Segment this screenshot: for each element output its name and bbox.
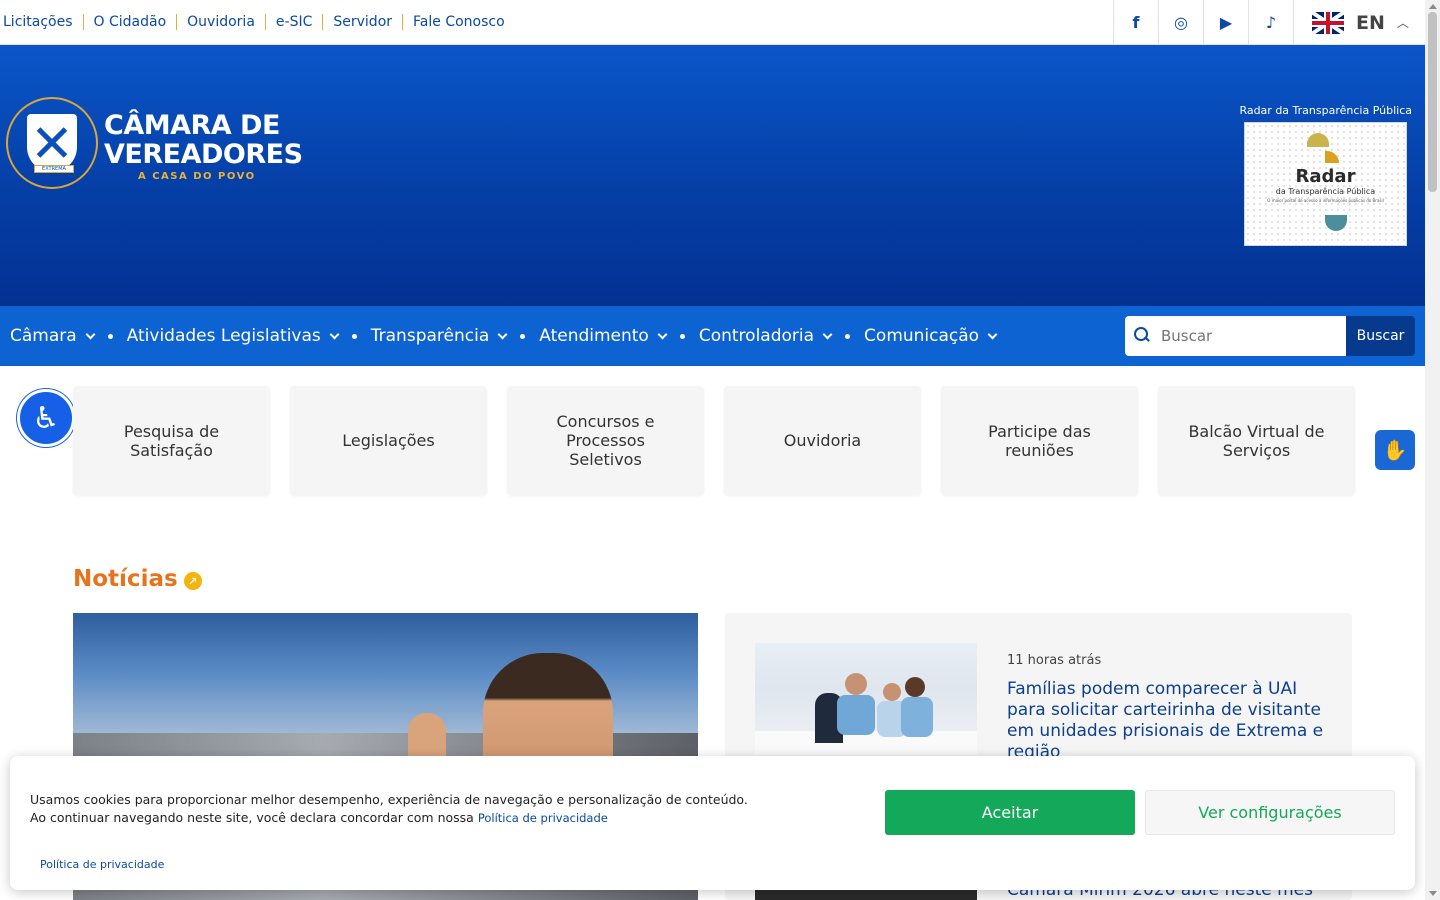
shield-icon: [27, 114, 77, 172]
news-headline[interactable]: Famílias podem comparecer à UAI para sol…: [1007, 679, 1327, 763]
nav-transparencia[interactable]: Transparência: [361, 306, 516, 366]
link-licitacoes[interactable]: Licitações: [0, 14, 84, 30]
nav-label: Câmara: [10, 326, 77, 346]
logo-line-2: VEREADORES: [104, 139, 303, 170]
accept-cookies-button[interactable]: Aceitar: [885, 790, 1135, 835]
chevron-down-icon: [987, 329, 998, 339]
quick-links: Pesquisa de Satisfação Legislações Concu…: [73, 386, 1355, 495]
accessibility-icon[interactable]: ♿: [17, 389, 75, 447]
page-scrollbar[interactable]: [1425, 0, 1440, 900]
nav-camara[interactable]: Câmara: [0, 306, 104, 366]
radar-subtitle: da Transparência Pública: [1275, 186, 1376, 196]
link-o-cidadao[interactable]: O Cidadão: [84, 14, 178, 30]
privacy-policy-inline-link[interactable]: Política de privacidade: [478, 811, 608, 825]
quick-link-balcao-virtual[interactable]: Balcão Virtual de Serviços: [1158, 386, 1355, 495]
cookie-message: Usamos cookies para proporcionar melhor …: [30, 791, 748, 827]
logo-tagline: A CASA DO POVO: [138, 171, 256, 182]
nav-separator: [679, 333, 685, 339]
news-thumbnail[interactable]: [755, 643, 977, 755]
logo-line-1: CÂMARA DE: [104, 110, 280, 141]
site-header: EXTREMA CÂMARA DE VEREADORES A CASA DO P…: [0, 45, 1425, 306]
arrow-up-right-icon: ↗: [183, 572, 202, 590]
chevron-up-icon: ︿: [1396, 16, 1409, 30]
nav-atendimento[interactable]: Atendimento: [529, 306, 676, 366]
tiktok-icon[interactable]: ♪: [1248, 0, 1293, 45]
nav-label: Controladoria: [698, 326, 815, 346]
nav-comunicacao[interactable]: Comunicação: [854, 306, 1006, 366]
quick-link-concursos[interactable]: Concursos e Processos Seletivos: [507, 386, 704, 495]
nav-label: Comunicação: [864, 326, 980, 346]
cookie-settings-button[interactable]: Ver configurações: [1145, 790, 1395, 835]
chevron-down-icon: [657, 329, 668, 339]
main-nav: Câmara Atividades Legislativas Transparê…: [0, 306, 1425, 366]
nav-separator: [845, 333, 851, 339]
link-ouvidoria[interactable]: Ouvidoria: [177, 14, 266, 30]
scrollbar-thumb[interactable]: [1428, 12, 1437, 192]
uk-flag-icon: [1312, 11, 1344, 34]
nav-label: Atividades Legislativas: [126, 326, 321, 346]
search-icon: [1133, 327, 1151, 345]
search-button[interactable]: Buscar: [1346, 316, 1415, 356]
link-servidor[interactable]: Servidor: [323, 14, 404, 30]
quick-link-ouvidoria[interactable]: Ouvidoria: [724, 386, 921, 495]
cookie-line-2: Ao continuar navegando neste site, você …: [30, 809, 748, 827]
nav-label: Atendimento: [539, 326, 649, 346]
chevron-down-icon: [329, 329, 340, 339]
instagram-icon[interactable]: ◎: [1158, 0, 1203, 45]
news-section-title[interactable]: Notícias ↗: [73, 566, 202, 592]
news-title-text: Notícias: [73, 566, 178, 592]
nav-separator: [107, 333, 113, 339]
nav-atividades-legislativas[interactable]: Atividades Legislativas: [117, 306, 348, 366]
youtube-icon[interactable]: ▶: [1203, 0, 1248, 45]
quick-link-pesquisa-satisfacao[interactable]: Pesquisa de Satisfação: [73, 386, 270, 495]
search-input[interactable]: [1161, 327, 1341, 345]
emblem-ribbon: EXTREMA: [34, 165, 74, 173]
radar-transparency-banner[interactable]: Radar da Transparência Pública O maior p…: [1244, 122, 1407, 246]
city-emblem-logo[interactable]: EXTREMA: [6, 97, 98, 189]
privacy-policy-link[interactable]: Política de privacidade: [40, 858, 164, 871]
radar-label: Radar da Transparência Pública: [1239, 104, 1412, 117]
facebook-icon[interactable]: f: [1113, 0, 1158, 45]
quick-link-participe-reunioes[interactable]: Participe das reuniões: [941, 386, 1138, 495]
cookie-line-2-text: Ao continuar navegando neste site, você …: [30, 810, 474, 825]
social-links: f ◎ ▶ ♪: [1113, 0, 1293, 45]
radar-tagline: O maior portal de acesso a informações p…: [1267, 197, 1384, 203]
nav-controladoria[interactable]: Controladoria: [689, 306, 841, 366]
sign-language-icon[interactable]: ✋: [1375, 430, 1415, 470]
nav-separator: [520, 333, 526, 339]
search-form: Buscar: [1125, 316, 1415, 356]
language-code: EN: [1356, 11, 1385, 34]
news-timestamp: 11 horas atrás: [1007, 653, 1102, 668]
scroll-down-arrow-icon[interactable]: [1429, 891, 1437, 896]
site-logo-text[interactable]: CÂMARA DE VEREADORES A CASA DO POVO: [104, 111, 303, 182]
quick-link-legislacoes[interactable]: Legislações: [290, 386, 487, 495]
search-box: [1125, 316, 1346, 356]
scroll-up-arrow-icon[interactable]: [1429, 4, 1437, 9]
cookie-line-1: Usamos cookies para proporcionar melhor …: [30, 792, 748, 807]
cookie-consent-banner: Usamos cookies para proporcionar melhor …: [10, 756, 1415, 890]
link-fale-conosco[interactable]: Fale Conosco: [403, 14, 515, 30]
chevron-down-icon: [85, 329, 96, 339]
nav-separator: [351, 333, 357, 339]
top-utility-bar: Licitações O Cidadão Ouvidoria e-SIC Ser…: [0, 0, 1425, 45]
language-selector[interactable]: EN ︿: [1293, 0, 1425, 45]
utility-links: Licitações O Cidadão Ouvidoria e-SIC Ser…: [0, 0, 515, 45]
link-e-sic[interactable]: e-SIC: [266, 14, 324, 30]
chevron-down-icon: [497, 329, 508, 339]
radar-word: Radar: [1295, 165, 1356, 187]
chevron-down-icon: [822, 329, 833, 339]
nav-label: Transparência: [370, 326, 490, 346]
